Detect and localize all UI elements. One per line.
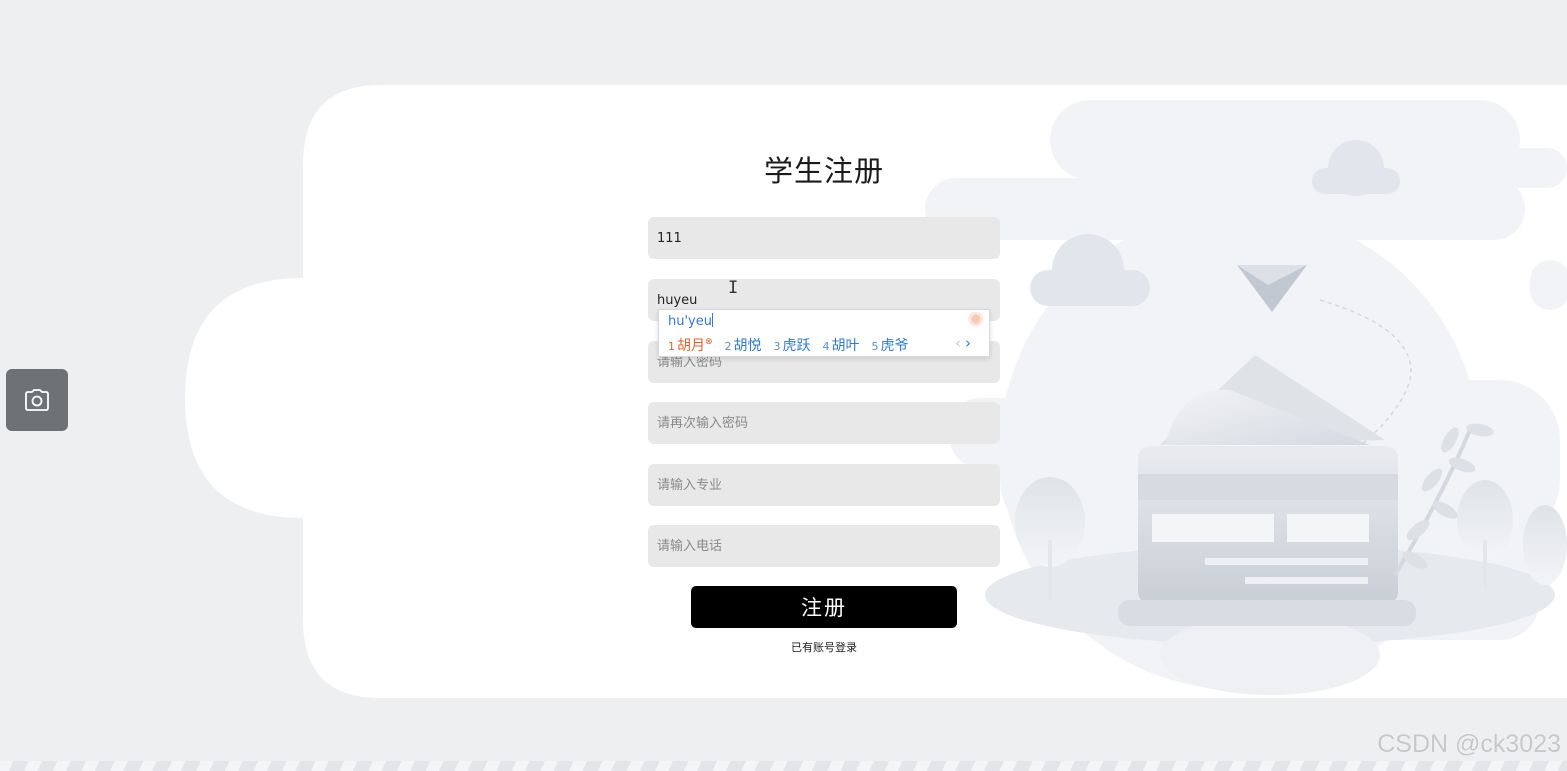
ime-candidate[interactable]: 2 胡悦 [725,335,762,355]
page-title: 学生注册 [763,154,884,188]
ime-candidate[interactable]: 4 胡叶 [823,335,860,355]
ime-candidate-window: hu'yeu 1 胡月⊗ 2 胡悦 3 虎跃 4 胡叶 5 虎爷 ‹ › [658,309,990,357]
register-button[interactable]: 注册 [691,586,957,628]
ime-pinyin-text: hu'yeu [668,314,712,329]
confirm-password-input[interactable] [648,402,1000,444]
ime-selected-flag-icon: ⊗ [705,337,713,347]
ime-page-arrows: ‹ › [955,334,971,352]
login-link[interactable]: 已有账号登录 [648,639,1000,655]
ime-next-page-icon[interactable]: › [965,334,971,352]
bottom-decoration [0,761,1567,771]
screenshot-button[interactable] [6,369,68,431]
ime-candidate[interactable]: 5 虎爷 [872,335,909,355]
phone-input[interactable] [648,525,1000,567]
ime-logo-icon [959,312,987,326]
camera-icon [25,389,49,411]
username-input[interactable] [648,217,1000,259]
major-input[interactable] [648,464,1000,506]
text-cursor-icon: I [728,278,739,298]
ime-prev-page-icon[interactable]: ‹ [955,334,961,352]
ime-candidates: 1 胡月⊗ 2 胡悦 3 虎跃 4 胡叶 5 虎爷 [668,335,921,355]
ime-candidate[interactable]: 1 胡月⊗ [668,335,713,355]
background-illustration [185,85,1567,698]
ime-candidate[interactable]: 3 虎跃 [774,335,811,355]
watermark: CSDN @ck3023 [1377,730,1561,758]
